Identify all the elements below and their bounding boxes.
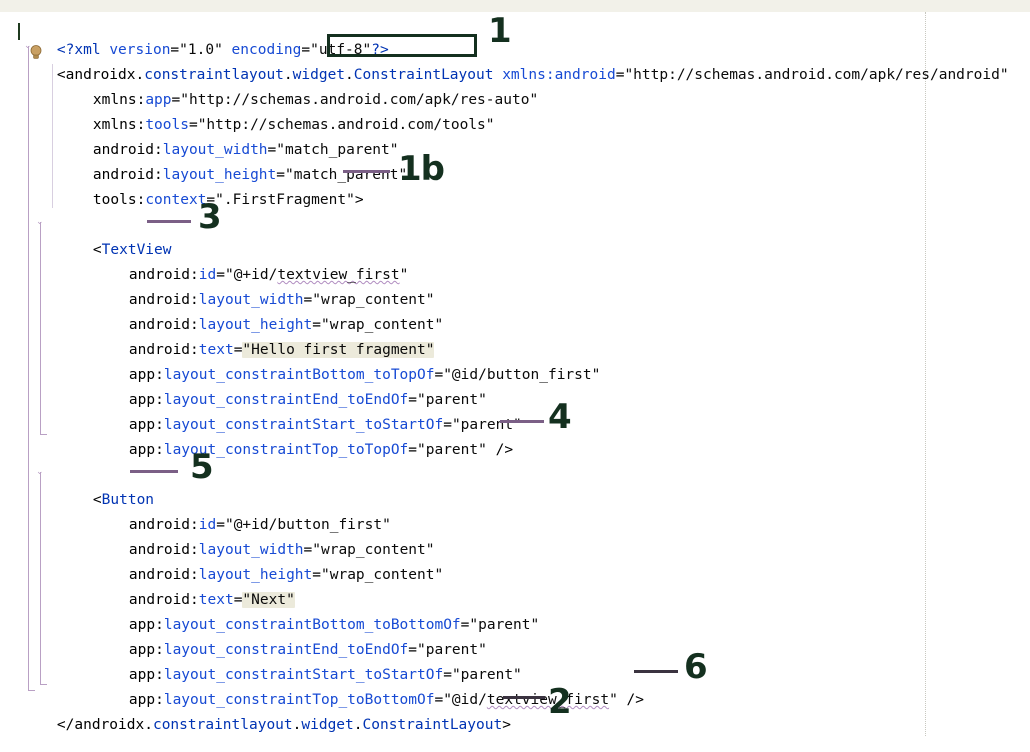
fold-rail-textview[interactable] [40, 222, 41, 434]
code-editor-surface[interactable]: ⌄ ⌄ ⌄ <?xml version="1.0" encoding="utf-… [0, 12, 1030, 736]
code-fold-arrow-icon[interactable]: ⌄ [36, 468, 45, 477]
code-line-17[interactable]: app:layout_constraintTop_toTopOf="parent… [94, 423, 513, 477]
annotation-leader-2 [503, 696, 545, 699]
code-line-28[interactable]: </androidx.constraintlayout.widget.Const… [22, 698, 511, 752]
annotation-leader-5 [130, 470, 178, 473]
annotation-marker-2: 2 [548, 682, 572, 722]
fold-rail-textview-end [40, 434, 47, 435]
annotation-leader-4 [500, 420, 544, 423]
annotation-leader-3 [147, 220, 191, 223]
fold-rail-root-end [28, 690, 35, 691]
annotation-marker-3: 3 [198, 197, 222, 237]
annotation-marker-1b: 1b [398, 149, 445, 189]
fold-rail-button[interactable] [40, 472, 41, 684]
annotation-box-constraintlayout [327, 34, 477, 57]
code-fold-arrow-icon[interactable]: ⌄ [36, 218, 45, 227]
annotation-marker-5: 5 [190, 447, 214, 487]
annotation-marker-6: 6 [684, 647, 708, 687]
text-caret [18, 23, 20, 40]
annotation-leader-1b [343, 170, 390, 173]
annotation-leader-6 [634, 670, 678, 673]
fold-rail-root[interactable] [28, 46, 29, 690]
fold-rail-button-end [40, 684, 47, 685]
editor-top-strip [0, 0, 1030, 12]
annotation-marker-4: 4 [548, 397, 572, 437]
annotation-marker-1: 1 [488, 11, 512, 51]
right-margin-guide [925, 12, 927, 736]
